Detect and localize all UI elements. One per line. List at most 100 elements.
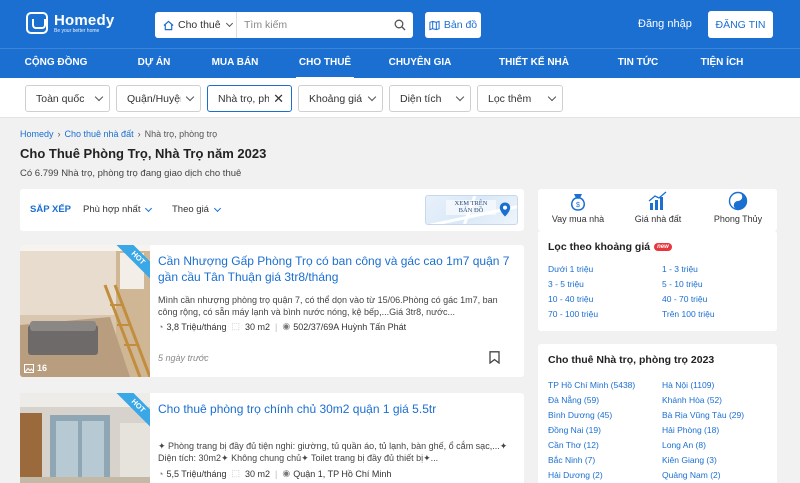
property-type-filter[interactable]: Nhà trọ, phòng ✕ xyxy=(207,85,292,112)
listing-title[interactable]: Cho thuê phòng trọ chính chủ 30m2 quận 1… xyxy=(158,401,518,417)
nav-item-du-an[interactable]: DỰ ÁN xyxy=(126,49,182,79)
top-header: Homedy Be your better home Cho thuê Bản … xyxy=(0,0,800,48)
sort-bar: SẮP XẾP Phù hợp nhất Theo giá XEM TRÊN B… xyxy=(20,189,524,231)
chevron-down-icon xyxy=(455,92,465,102)
search-input[interactable] xyxy=(237,19,387,31)
chevron-down-icon xyxy=(547,92,557,102)
map-label-line2: BẢN ĐỒ xyxy=(458,207,484,215)
search-box: Cho thuê xyxy=(155,12,413,38)
listing-description: ✦ Phòng trang bị đầy đủ tiện nghi: giườn… xyxy=(158,441,508,463)
sort-relevance-label: Phù hợp nhất xyxy=(83,204,141,215)
district-filter[interactable]: Quận/Huyện xyxy=(116,85,201,112)
listing-photo[interactable]: HOT xyxy=(20,393,150,483)
map-pin-icon xyxy=(499,202,511,217)
nav-item-chuyen-gia[interactable]: CHUYÊN GIA xyxy=(384,49,456,79)
quick-links: $ Vay mua nhà Giá nhà đất Phong Thủy xyxy=(538,189,777,231)
svg-text:$: $ xyxy=(576,202,580,209)
price-range-link[interactable]: 10 - 40 triệu xyxy=(548,294,593,304)
filter-bar: Toàn quốc Quận/Huyện Nhà trọ, phòng ✕ Kh… xyxy=(0,78,800,118)
chevron-down-icon xyxy=(94,92,104,102)
location-pin-icon: ◉ xyxy=(282,321,291,331)
map-button[interactable]: Bản đồ xyxy=(425,12,481,38)
price-range-link[interactable]: Trên 100 triệu xyxy=(662,309,715,319)
divider: | xyxy=(275,321,278,332)
sort-price-dropdown[interactable]: Theo giá xyxy=(172,204,222,215)
listing-card[interactable]: HOT 16 Cần Nhượng Gấp Phòng Trọ có ban c… xyxy=(20,245,524,377)
login-link[interactable]: Đăng nhập xyxy=(638,18,692,30)
view-on-map-label: XEM TRÊN BẢN ĐỒ xyxy=(446,200,496,215)
chevron-down-icon xyxy=(185,92,195,102)
area-icon: ⬚ xyxy=(231,321,240,331)
chevron-down-icon xyxy=(225,19,233,28)
city-link[interactable]: Đồng Nai (19) xyxy=(548,425,601,435)
city-link[interactable]: Kiên Giang (3) xyxy=(662,455,717,465)
area-filter[interactable]: Diện tích xyxy=(389,85,471,112)
breadcrumb-home[interactable]: Homedy xyxy=(20,129,54,139)
city-link[interactable]: Hà Nội (1109) xyxy=(662,380,714,390)
location-filter[interactable]: Toàn quốc xyxy=(25,85,110,112)
quick-link-price[interactable]: Giá nhà đất xyxy=(618,189,698,231)
clear-icon[interactable]: ✕ xyxy=(273,92,284,105)
price-filter[interactable]: Khoảng giá xyxy=(298,85,383,112)
price-range-link[interactable]: Dưới 1 triệu xyxy=(548,264,593,274)
price-range-link[interactable]: 5 - 10 triệu xyxy=(662,279,703,289)
city-link[interactable]: Long An (8) xyxy=(662,440,706,450)
property-type-filter-value: Nhà trọ, phòng xyxy=(218,92,270,105)
more-filter-value: Lọc thêm xyxy=(488,92,532,105)
page-title: Cho Thuê Phòng Trọ, Nhà Trọ năm 2023 xyxy=(20,146,267,161)
post-listing-button[interactable]: ĐĂNG TIN xyxy=(708,11,773,38)
price-filter-value: Khoảng giá xyxy=(309,92,363,105)
price-range-link[interactable]: 3 - 5 triệu xyxy=(548,279,584,289)
nav-item-cong-dong[interactable]: CỘNG ĐỒNG xyxy=(20,49,92,79)
breadcrumb: Homedy › Cho thuê nhà đất › Nhà trọ, phò… xyxy=(20,129,217,139)
location-filter-value: Toàn quốc xyxy=(36,92,85,105)
map-icon xyxy=(429,20,440,30)
city-link[interactable]: Bắc Ninh (7) xyxy=(548,455,595,465)
nav-item-tin-tuc[interactable]: TIN TỨC xyxy=(612,49,664,79)
listing-title[interactable]: Cần Nhượng Gấp Phòng Trọ có ban công và … xyxy=(158,253,518,285)
price-range-link[interactable]: 70 - 100 triệu xyxy=(548,309,598,319)
price-range-link[interactable]: 40 - 70 triệu xyxy=(662,294,707,304)
price-icon: ◔ xyxy=(158,321,164,332)
search-button[interactable] xyxy=(387,12,413,38)
nav-item-tien-ich[interactable]: TIỆN ÍCH xyxy=(694,49,750,79)
brand-tagline: Be your better home xyxy=(54,27,100,34)
price-range-link[interactable]: 1 - 3 triệu xyxy=(662,264,698,274)
bookmark-icon[interactable] xyxy=(489,351,500,364)
city-link[interactable]: Hải Dương (2) xyxy=(548,470,603,480)
city-link[interactable]: TP Hồ Chí Minh (5438) xyxy=(548,380,635,390)
search-category-select[interactable]: Cho thuê xyxy=(155,12,237,38)
nav-item-thiet-ke[interactable]: THIẾT KẾ NHÀ ĐẸP xyxy=(488,49,580,96)
nav-item-cho-thue[interactable]: CHO THUÊ xyxy=(296,49,354,79)
quick-link-loan[interactable]: $ Vay mua nhà xyxy=(538,189,618,231)
room-photo-image xyxy=(20,245,150,377)
breadcrumb-rental[interactable]: Cho thuê nhà đất xyxy=(65,129,134,139)
bar-chart-icon xyxy=(648,191,667,210)
city-link[interactable]: Bình Dương (45) xyxy=(548,410,612,420)
listing-photo[interactable]: HOT 16 xyxy=(20,245,150,377)
logo[interactable]: Homedy Be your better home xyxy=(26,12,114,34)
listing-meta: ◔ 5,5 Triệu/tháng ⬚ 30 m2 | ◉ Quận 1, TP… xyxy=(158,468,391,479)
nav-item-mua-ban[interactable]: MUA BÁN xyxy=(206,49,264,79)
quick-link-label: Phong Thủy xyxy=(713,214,763,224)
city-link[interactable]: Đà Nẵng (59) xyxy=(548,395,599,405)
yin-yang-icon xyxy=(728,191,748,211)
city-list-box: Cho thuê Nhà trọ, phòng trọ 2023 TP Hồ C… xyxy=(538,344,777,483)
new-badge: new xyxy=(654,243,672,251)
city-link[interactable]: Bà Rịa Vũng Tàu (29) xyxy=(662,410,744,420)
brand-name: Homedy xyxy=(54,11,115,29)
listing-card[interactable]: HOT Cho thuê phòng trọ chính chủ 30m2 qu… xyxy=(20,393,524,483)
view-on-map-button[interactable]: XEM TRÊN BẢN ĐỒ xyxy=(425,195,518,225)
listing-address: Quận 1, TP Hồ Chí Minh xyxy=(293,468,392,479)
breadcrumb-current: Nhà trọ, phòng trọ xyxy=(144,129,218,139)
listing-price: 3,8 Triệu/tháng xyxy=(166,321,227,332)
sort-relevance-dropdown[interactable]: Phù hợp nhất xyxy=(83,204,153,215)
city-link[interactable]: Hải Phòng (18) xyxy=(662,425,719,435)
city-link[interactable]: Cần Thơ (12) xyxy=(548,440,599,450)
city-link[interactable]: Khánh Hòa (52) xyxy=(662,395,722,405)
listing-price: 5,5 Triệu/tháng xyxy=(166,468,227,479)
more-filter[interactable]: Lọc thêm xyxy=(477,85,563,112)
quick-link-fengshui[interactable]: Phong Thủy xyxy=(698,189,778,231)
chevron-down-icon xyxy=(145,204,153,212)
city-link[interactable]: Quảng Nam (2) xyxy=(662,470,721,480)
